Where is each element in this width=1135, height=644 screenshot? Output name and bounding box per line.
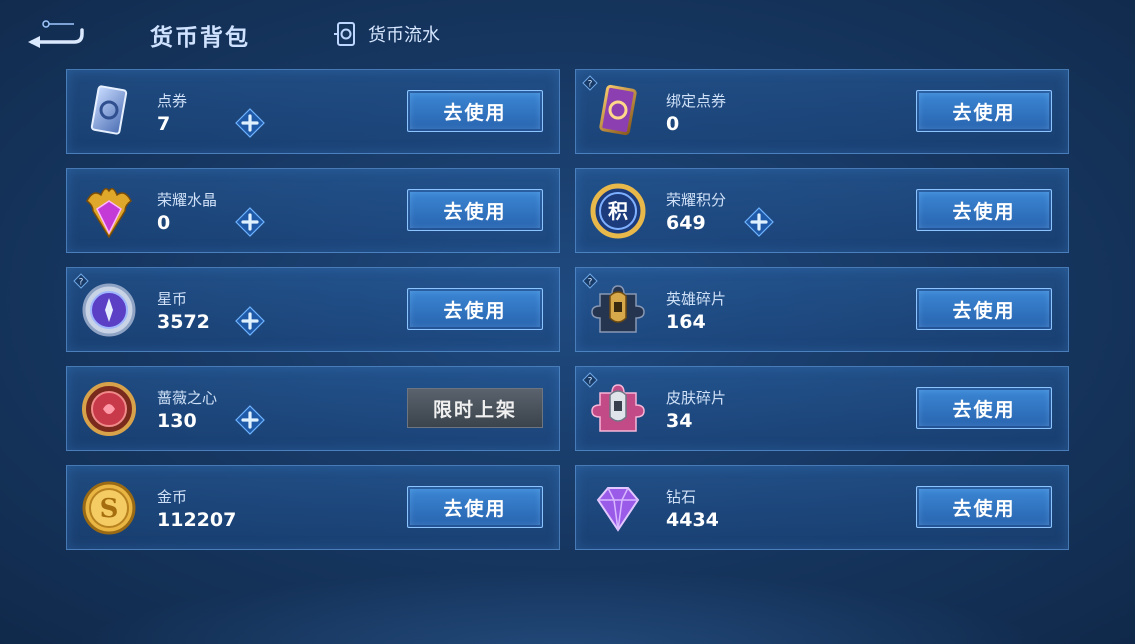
- record-ticket-icon: [334, 22, 355, 46]
- use-button[interactable]: 去使用: [916, 189, 1052, 231]
- use-button[interactable]: 去使用: [407, 486, 543, 528]
- currency-card-glory-points: 积 荣耀积分 649 去使用: [575, 168, 1069, 253]
- currency-value: 3572: [157, 311, 210, 333]
- currency-value: 0: [666, 113, 680, 135]
- currency-value: 0: [157, 212, 171, 234]
- currency-flow-link[interactable]: 货币流水: [332, 20, 440, 48]
- ticket-icon: [90, 85, 128, 135]
- currency-card-tickets: 点券 7 去使用: [66, 69, 560, 154]
- currency-name: 荣耀积分: [666, 191, 727, 209]
- currency-card-rose-heart: 蔷薇之心 130 限时上架: [66, 366, 560, 451]
- svg-text:积: 积: [608, 199, 628, 223]
- currency-card-bound-tickets: ? 绑定点券 0 去使用: [575, 69, 1069, 154]
- currency-name: 皮肤碎片: [666, 389, 727, 407]
- use-button[interactable]: 去使用: [916, 387, 1052, 429]
- gold-coin-icon: S: [82, 481, 136, 535]
- bound-ticket-icon: [599, 84, 637, 136]
- currency-value: 649: [666, 212, 706, 234]
- currency-value: 164: [666, 311, 706, 333]
- limited-time-button: 限时上架: [407, 388, 543, 428]
- currency-value: 34: [666, 410, 693, 432]
- currency-flow-label: 货币流水: [368, 25, 440, 46]
- currency-name: 点券: [157, 92, 188, 110]
- back-button[interactable]: [24, 16, 88, 50]
- currency-value: 4434: [666, 509, 719, 531]
- skin-fragment-icon: [591, 384, 645, 432]
- diamond-icon: [596, 487, 640, 532]
- currency-card-skin-fragment: ? 皮肤碎片 34 去使用: [575, 366, 1069, 451]
- page-title: 货币背包: [150, 25, 250, 51]
- use-button[interactable]: 去使用: [916, 90, 1052, 132]
- glory-points-icon: 积: [590, 183, 646, 239]
- currency-card-star-coin: ? 星币 3572 去使用: [66, 267, 560, 352]
- currency-card-diamond: 钻石 4434 去使用: [575, 465, 1069, 550]
- hero-fragment-icon: [591, 285, 645, 333]
- use-button[interactable]: 去使用: [916, 486, 1052, 528]
- currency-name: 绑定点券: [666, 92, 727, 110]
- back-arrow-icon: [28, 20, 84, 48]
- use-button[interactable]: 去使用: [407, 189, 543, 231]
- use-button[interactable]: 去使用: [407, 90, 543, 132]
- plus-icon[interactable]: [235, 108, 265, 138]
- star-coin-icon: [82, 283, 136, 337]
- plus-icon[interactable]: [235, 405, 265, 435]
- currency-name: 荣耀水晶: [157, 191, 218, 209]
- currency-card-hero-fragment: ? 英雄碎片 164 去使用: [575, 267, 1069, 352]
- currency-name: 星币: [157, 290, 188, 308]
- currency-name: 钻石: [666, 488, 697, 506]
- currency-name: 英雄碎片: [666, 290, 727, 308]
- currency-name: 金币: [157, 488, 188, 506]
- rose-heart-icon: [82, 382, 136, 436]
- currency-card-glory-crystal: 荣耀水晶 0 去使用: [66, 168, 560, 253]
- currency-name: 蔷薇之心: [157, 389, 218, 407]
- use-button[interactable]: 去使用: [916, 288, 1052, 330]
- currency-value: 112207: [157, 509, 237, 531]
- svg-text:S: S: [100, 494, 119, 524]
- currency-value: 130: [157, 410, 197, 432]
- plus-icon[interactable]: [744, 207, 774, 237]
- glory-crystal-icon: [86, 188, 132, 239]
- plus-icon[interactable]: [235, 207, 265, 237]
- use-button[interactable]: 去使用: [407, 288, 543, 330]
- currency-value: 7: [157, 113, 171, 135]
- plus-icon[interactable]: [235, 306, 265, 336]
- currency-card-gold-coin: S 金币 112207 去使用: [66, 465, 560, 550]
